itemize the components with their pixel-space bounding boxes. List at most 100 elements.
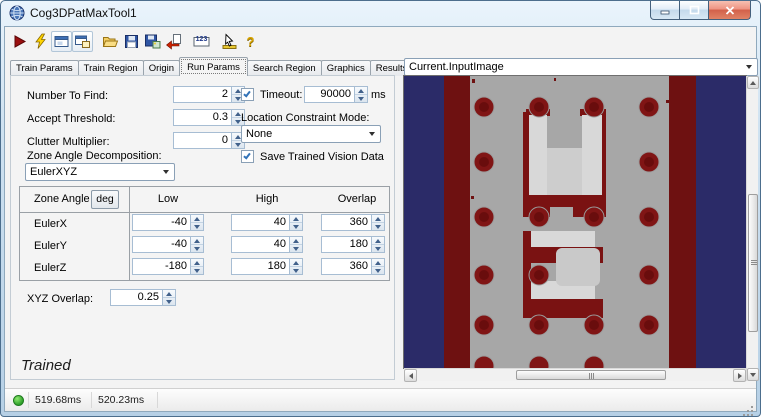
vertical-scrollbar[interactable]: [746, 76, 759, 381]
toolbar-separator: [212, 31, 219, 52]
accept-threshold-label: Accept Threshold:: [27, 113, 116, 125]
image-windows-cascade-button[interactable]: [72, 30, 93, 52]
eulerz-high-stepper[interactable]: 180: [231, 258, 303, 275]
spin-down-button[interactable]: [191, 245, 203, 252]
status-bar: 519.68ms 520.23ms: [5, 388, 756, 411]
spin-up-button[interactable]: [372, 237, 384, 245]
deg-button[interactable]: deg: [91, 190, 119, 209]
spin-down-button[interactable]: [191, 223, 203, 230]
tab-search-region[interactable]: Search Region: [246, 60, 322, 76]
xyz-overlap-stepper[interactable]: 0.25: [110, 289, 176, 306]
run-button[interactable]: [9, 31, 30, 52]
accept-threshold-stepper[interactable]: 0.3: [173, 109, 245, 126]
tab-graphics[interactable]: Graphics: [320, 60, 371, 76]
toolbar: 123 ?: [9, 29, 261, 53]
spin-up-button[interactable]: [290, 259, 302, 267]
tab-run-params[interactable]: Run Params: [179, 57, 248, 76]
column-header-low: Low: [157, 193, 179, 205]
number-to-find-label: Number To Find:: [27, 90, 109, 102]
electric-run-button[interactable]: [30, 31, 51, 52]
image-view-dropdown[interactable]: Current.InputImage: [404, 58, 758, 76]
image-window-icon: [54, 35, 69, 47]
timeout-label: Timeout:: [260, 89, 303, 101]
zone-angle-header: Zone Angle: [34, 193, 90, 205]
table-column-divider: [129, 187, 130, 280]
eulerx-low-stepper[interactable]: -40: [132, 214, 204, 231]
tool-state-text: Trained: [21, 357, 71, 374]
spin-down-button[interactable]: [355, 95, 367, 102]
scroll-left-button[interactable]: [404, 369, 417, 382]
results-123-text: 123: [195, 35, 208, 43]
chevron-down-icon[interactable]: [364, 126, 380, 142]
spin-down-button[interactable]: [372, 245, 384, 252]
spin-down-button[interactable]: [372, 223, 384, 230]
chevron-down-icon[interactable]: [741, 59, 757, 75]
timeout-stepper[interactable]: 90000: [304, 86, 368, 103]
save-image-button[interactable]: [142, 31, 163, 52]
eulerz-overlap-stepper[interactable]: 360: [321, 258, 385, 275]
save-button[interactable]: [121, 31, 142, 52]
spin-up-button[interactable]: [191, 237, 203, 245]
import-button[interactable]: [163, 31, 184, 52]
number-to-find-stepper[interactable]: 2: [173, 86, 245, 103]
tab-train-params[interactable]: Train Params: [10, 60, 79, 76]
eulerx-overlap-stepper[interactable]: 360: [321, 214, 385, 231]
xyz-overlap-label: XYZ Overlap:: [27, 293, 94, 305]
titlebar[interactable]: Cog3DPatMaxTool1: [1, 1, 760, 26]
minimize-button[interactable]: [650, 1, 680, 20]
tab-origin[interactable]: Origin: [142, 60, 181, 76]
scroll-right-button[interactable]: [733, 369, 746, 382]
run-icon: [14, 34, 27, 48]
save-trained-vision-data-checkbox[interactable]: [241, 150, 254, 163]
run-params-page: Number To Find: 2 Accept Threshold: 0.3 …: [10, 75, 395, 380]
spin-down-button[interactable]: [163, 298, 175, 305]
spin-up-button[interactable]: [372, 215, 384, 223]
image-window-button[interactable]: [51, 30, 72, 52]
save-trained-vision-data-label: Save Trained Vision Data: [260, 151, 384, 163]
spin-down-button[interactable]: [290, 223, 302, 230]
tab-train-region[interactable]: Train Region: [77, 60, 144, 76]
spin-down-button[interactable]: [372, 267, 384, 274]
timeout-checkbox[interactable]: [241, 88, 254, 101]
spin-up-button[interactable]: [355, 87, 367, 95]
eulery-low-stepper[interactable]: -40: [132, 236, 204, 253]
image-canvas[interactable]: [403, 75, 747, 369]
spin-up-button[interactable]: [290, 215, 302, 223]
spin-down-button[interactable]: [290, 245, 302, 252]
maximize-button[interactable]: [680, 1, 709, 20]
spin-down-button[interactable]: [191, 267, 203, 274]
status-time-1: 519.68ms: [35, 394, 82, 406]
horizontal-scroll-thumb[interactable]: [516, 370, 666, 380]
spin-up-button[interactable]: [372, 259, 384, 267]
eulery-high-stepper[interactable]: 40: [231, 236, 303, 253]
location-constraint-mode-dropdown[interactable]: None: [241, 125, 381, 143]
zone-angle-decomposition-dropdown[interactable]: EulerXYZ: [25, 163, 175, 181]
help-button[interactable]: ?: [240, 31, 261, 52]
row-label-eulerx: EulerX: [34, 218, 68, 230]
eulery-overlap-stepper[interactable]: 180: [321, 236, 385, 253]
lightning-icon: [35, 33, 46, 49]
resize-grip[interactable]: [751, 406, 753, 408]
spin-down-button[interactable]: [290, 267, 302, 274]
zone-angle-decomposition-label: Zone Angle Decomposition:: [27, 150, 162, 162]
arrow-right-icon: [737, 372, 742, 379]
spin-up-button[interactable]: [191, 215, 203, 223]
spin-up-button[interactable]: [163, 290, 175, 298]
spin-up-button[interactable]: [191, 259, 203, 267]
clutter-multiplier-stepper[interactable]: 0: [173, 132, 245, 149]
results-button[interactable]: 123: [191, 31, 212, 52]
close-button[interactable]: [709, 1, 751, 20]
pointer-tool-button[interactable]: [219, 31, 240, 52]
chevron-down-icon[interactable]: [158, 164, 174, 180]
zone-angle-table: Zone Angle deg Low High Overlap EulerX -…: [19, 186, 390, 281]
scroll-up-button[interactable]: [747, 76, 759, 89]
vertical-scroll-thumb[interactable]: [748, 194, 758, 332]
eulerx-high-stepper[interactable]: 40: [231, 214, 303, 231]
spin-up-button[interactable]: [290, 237, 302, 245]
checkmark-icon: [243, 89, 251, 98]
scroll-down-button[interactable]: [747, 368, 759, 381]
horizontal-scrollbar[interactable]: [404, 368, 746, 382]
location-constraint-mode-label: Location Constraint Mode:: [241, 112, 370, 124]
eulerz-low-stepper[interactable]: -180: [132, 258, 204, 275]
open-file-button[interactable]: [100, 31, 121, 52]
